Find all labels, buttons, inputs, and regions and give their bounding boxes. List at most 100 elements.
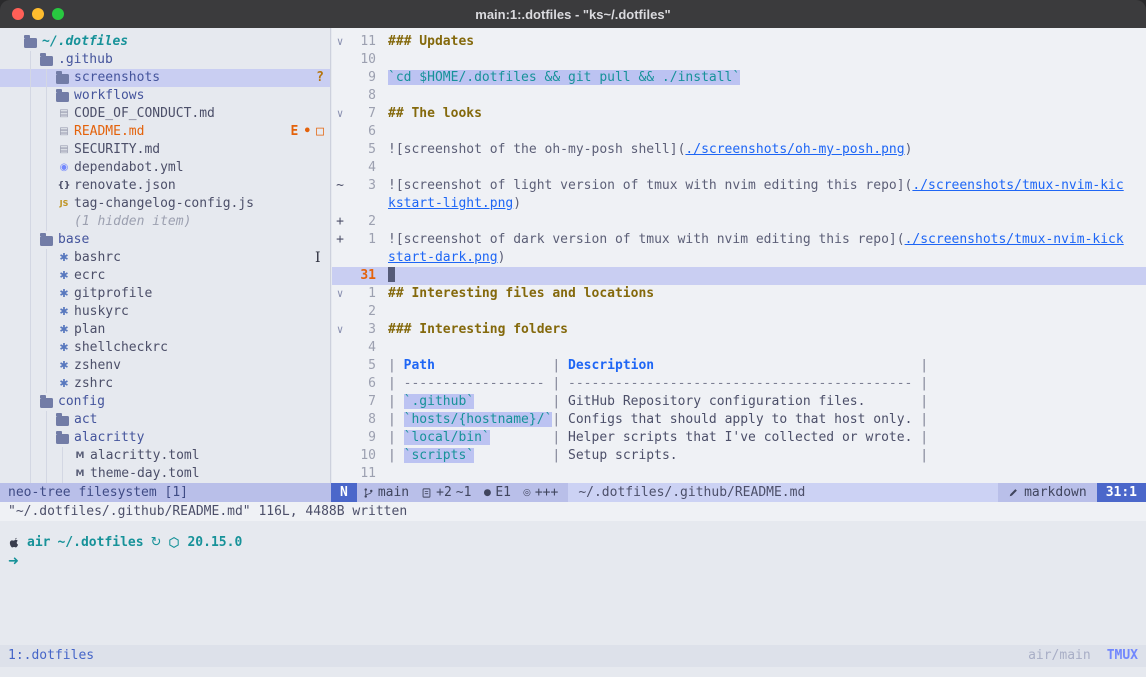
neo-tree-panel: ~/.dotfiles.githubscreenshots?workflows▤…: [0, 28, 331, 483]
tree-item[interactable]: ▤README.mdE•□: [0, 123, 330, 141]
line-number: 31: [348, 267, 376, 285]
markdown-link[interactable]: ./screenshots/oh-my-posh.png: [685, 142, 904, 157]
editor-line[interactable]: 7| `.github` | GitHub Repository configu…: [332, 393, 1146, 411]
statusline-filepath: ~/.dotfiles/.github/README.md: [568, 483, 998, 502]
tree-item[interactable]: act: [0, 411, 330, 429]
tree-item[interactable]: config: [0, 393, 330, 411]
tree-item[interactable]: ✱zshenv: [0, 357, 330, 375]
text-segment: |: [552, 412, 568, 427]
markdown-link[interactable]: ./screenshots/tmux-nvim-kick: [905, 232, 1124, 247]
fold-marker-icon[interactable]: ∨: [332, 321, 348, 339]
tree-item[interactable]: ~/.dotfiles: [0, 33, 330, 51]
tree-item[interactable]: screenshots?: [0, 69, 330, 87]
editor-line[interactable]: 2: [332, 303, 1146, 321]
editor-line[interactable]: 5![screenshot of the oh-my-posh shell](.…: [332, 141, 1146, 159]
editor-line[interactable]: kstart-light.png): [332, 195, 1146, 213]
line-number: [348, 195, 376, 213]
editor-line[interactable]: ~3![screenshot of light version of tmux …: [332, 177, 1146, 195]
editor-line[interactable]: 8: [332, 87, 1146, 105]
editor-line[interactable]: 4: [332, 339, 1146, 357]
tree-item[interactable]: Malacritty.toml: [0, 447, 330, 465]
git-untracked-badge: ?: [316, 69, 324, 87]
tree-item[interactable]: base: [0, 231, 330, 249]
indent-guide: [24, 321, 40, 339]
indent-guide: [40, 141, 56, 159]
gutter-spacer: [332, 393, 348, 411]
fold-marker-icon[interactable]: ∨: [332, 105, 348, 123]
editor-line[interactable]: start-dark.png): [332, 249, 1146, 267]
fold-marker-icon[interactable]: ∨: [332, 285, 348, 303]
git-branch-segment[interactable]: main: [357, 484, 415, 502]
editor-line[interactable]: 9`cd $HOME/.dotfiles && git pull && ./in…: [332, 69, 1146, 87]
editor-line[interactable]: 11: [332, 465, 1146, 483]
zoom-button[interactable]: [52, 8, 64, 20]
editor-line[interactable]: ∨3### Interesting folders: [332, 321, 1146, 339]
editor-line[interactable]: +2: [332, 213, 1146, 231]
line-number: 4: [348, 159, 376, 177]
editor-line[interactable]: ∨11### Updates: [332, 33, 1146, 51]
line-number: 10: [348, 447, 376, 465]
shell-input-line[interactable]: ➜: [0, 552, 1146, 571]
window-title: main:1:.dotfiles - "ks~/.dotfiles": [475, 7, 670, 22]
tree-item[interactable]: workflows: [0, 87, 330, 105]
tree-item[interactable]: ✱zshrc: [0, 375, 330, 393]
indent-guide: [24, 159, 40, 177]
editor-line[interactable]: +1![screenshot of dark version of tmux w…: [332, 231, 1146, 249]
tree-item[interactable]: ▤SECURITY.md: [0, 141, 330, 159]
hidden-items-note[interactable]: (1 hidden item): [0, 213, 330, 231]
editor-line[interactable]: 31: [332, 267, 1146, 285]
editor-line[interactable]: 10: [332, 51, 1146, 69]
indent-guide: [24, 303, 40, 321]
editor-line[interactable]: 6: [332, 123, 1146, 141]
tree-item[interactable]: ✱huskyrc: [0, 303, 330, 321]
tree-item[interactable]: .github: [0, 51, 330, 69]
tree-item[interactable]: ◉dependabot.yml: [0, 159, 330, 177]
gutter-spacer: [332, 87, 348, 105]
editor-line[interactable]: 4: [332, 159, 1146, 177]
tree-item[interactable]: ✱plan: [0, 321, 330, 339]
tree-item[interactable]: JStag-changelog-config.js: [0, 195, 330, 213]
line-text: `cd $HOME/.dotfiles && git pull && ./ins…: [376, 69, 740, 87]
editor-line[interactable]: 9| `local/bin` | Helper scripts that I'v…: [332, 429, 1146, 447]
shell-prompt: air ~/.dotfiles ↻ 20.15.0: [0, 533, 1146, 552]
hunks-label: +++: [535, 484, 558, 502]
tree-item[interactable]: ✱gitprofile: [0, 285, 330, 303]
refresh-icon: ↻: [151, 534, 162, 552]
editor-line[interactable]: ∨1## Interesting files and locations: [332, 285, 1146, 303]
text-segment: `local/bin`: [404, 430, 490, 445]
tmux-session[interactable]: 1:.dotfiles: [8, 647, 94, 665]
tree-item-label: screenshots: [74, 69, 160, 87]
config-file-icon: ✱: [56, 375, 72, 393]
text-segment: ## The looks: [388, 106, 482, 121]
tree-item[interactable]: ✱ecrc: [0, 267, 330, 285]
tree-item-label: SECURITY.md: [74, 141, 160, 159]
tree-item[interactable]: ✱shellcheckrc: [0, 339, 330, 357]
editor-line[interactable]: ∨7## The looks: [332, 105, 1146, 123]
indent-guide: [24, 447, 40, 465]
minimize-button[interactable]: [32, 8, 44, 20]
apple-icon: [8, 536, 20, 550]
editor-line[interactable]: 10| `scripts` | Setup scripts. |: [332, 447, 1146, 465]
tree-item-label: shellcheckrc: [74, 339, 168, 357]
tree-item[interactable]: ✱bashrc: [0, 249, 330, 267]
folder-open-icon: [24, 38, 37, 48]
fold-marker-icon[interactable]: ∨: [332, 33, 348, 51]
tree-item-label: config: [58, 393, 105, 411]
markdown-link[interactable]: kstart-light.png: [388, 196, 513, 211]
editor-line[interactable]: 5| Path | Description |: [332, 357, 1146, 375]
tree-item[interactable]: {}renovate.json: [0, 177, 330, 195]
gutter-spacer: [332, 267, 348, 285]
gutter-spacer: [332, 249, 348, 267]
line-text: ### Updates: [376, 33, 474, 51]
markdown-link[interactable]: ./screenshots/tmux-nvim-kic: [912, 178, 1123, 193]
tree-item[interactable]: ▤CODE_OF_CONDUCT.md: [0, 105, 330, 123]
tree-item[interactable]: Mtheme-day.toml: [0, 465, 330, 483]
indent-guide: [24, 213, 40, 231]
tree-item[interactable]: alacritty: [0, 429, 330, 447]
markdown-link[interactable]: start-dark.png: [388, 250, 498, 265]
close-button[interactable]: [12, 8, 24, 20]
line-text: | `local/bin` | Helper scripts that I've…: [376, 429, 928, 447]
editor-line[interactable]: 6| ------------------ | ----------------…: [332, 375, 1146, 393]
gutter-spacer: [332, 51, 348, 69]
editor-line[interactable]: 8| `hosts/{hostname}/`| Configs that sho…: [332, 411, 1146, 429]
